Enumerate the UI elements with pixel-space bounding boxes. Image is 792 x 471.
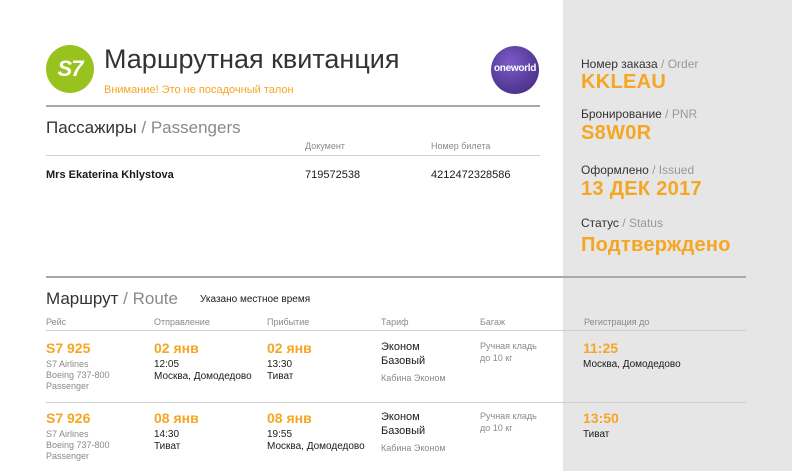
departure-date: 08 янв	[154, 410, 199, 426]
departure-details: 14:30 Тиват	[154, 429, 181, 452]
col-flight: Рейс	[46, 317, 67, 327]
status-value: Подтверждено	[581, 234, 731, 256]
arrival-details: 19:55 Москва, Домодедово	[267, 429, 365, 452]
col-departure: Отправление	[154, 317, 210, 327]
col-fare: Тариф	[381, 317, 409, 327]
local-time-note: Указано местное время	[200, 294, 311, 305]
passengers-heading: Пассажиры / Passengers	[46, 118, 241, 137]
header-divider	[46, 105, 540, 107]
passenger-name: Mrs Ekaterina Khlystova	[46, 169, 174, 181]
col-baggage: Багаж	[480, 317, 506, 327]
page-title: Маршрутная квитанция	[104, 44, 400, 74]
pnr-value: S8W0R	[581, 122, 652, 144]
issued-label: Оформлено / Issued	[581, 163, 695, 177]
passenger-document: 719572538	[305, 169, 361, 181]
col-arrival: Прибытие	[267, 317, 310, 327]
baggage-info: Ручная кладь до 10 кг	[480, 411, 537, 433]
flight-details: S7 Airlines Boeing 737-800 Passenger	[46, 359, 110, 391]
passenger-ticket: 4212472328586	[431, 169, 511, 181]
fare-info: Эконом Базовый	[381, 411, 426, 437]
status-label: Статус / Status	[581, 216, 663, 230]
pnr-label: Бронирование / PNR	[581, 107, 698, 121]
order-label: Номер заказа / Order	[581, 57, 699, 71]
checkin-time: 11:25	[583, 340, 619, 356]
departure-date: 02 янв	[154, 340, 199, 356]
s7-logo: S7	[46, 45, 94, 93]
arrival-date: 08 янв	[267, 410, 312, 426]
baggage-info: Ручная кладь до 10 кг	[480, 341, 537, 363]
order-value: KKLEAU	[581, 71, 667, 93]
col-document: Документ	[305, 141, 345, 151]
flight-details: S7 Airlines Boeing 737-800 Passenger	[46, 429, 110, 461]
fare-info: Эконом Базовый	[381, 341, 426, 367]
col-checkin: Регистрация до	[584, 317, 650, 327]
cabin-class: Кабина Эконом	[381, 443, 446, 453]
flight-number: S7 925	[46, 340, 91, 356]
oneworld-logo: oneworld	[491, 46, 539, 94]
checkin-place: Москва, Домодедово	[583, 359, 681, 370]
warning-text: Внимание! Это не посадочный талон	[104, 84, 294, 96]
col-ticket: Номер билета	[431, 141, 491, 151]
route-divider-top	[46, 276, 746, 278]
arrival-date: 02 янв	[267, 340, 312, 356]
issued-value: 13 ДЕК 2017	[581, 178, 702, 200]
departure-details: 12:05 Москва, Домодедово	[154, 359, 252, 382]
route-heading: Маршрут / Route	[46, 289, 178, 308]
checkin-place: Тиват	[583, 429, 610, 440]
flight-row-divider	[46, 402, 746, 403]
arrival-details: 13:30 Тиват	[267, 359, 294, 382]
passengers-divider	[46, 155, 540, 156]
cabin-class: Кабина Эконом	[381, 373, 446, 383]
flight-number: S7 926	[46, 410, 91, 426]
checkin-time: 13:50	[583, 410, 619, 426]
route-header-divider	[46, 330, 746, 331]
